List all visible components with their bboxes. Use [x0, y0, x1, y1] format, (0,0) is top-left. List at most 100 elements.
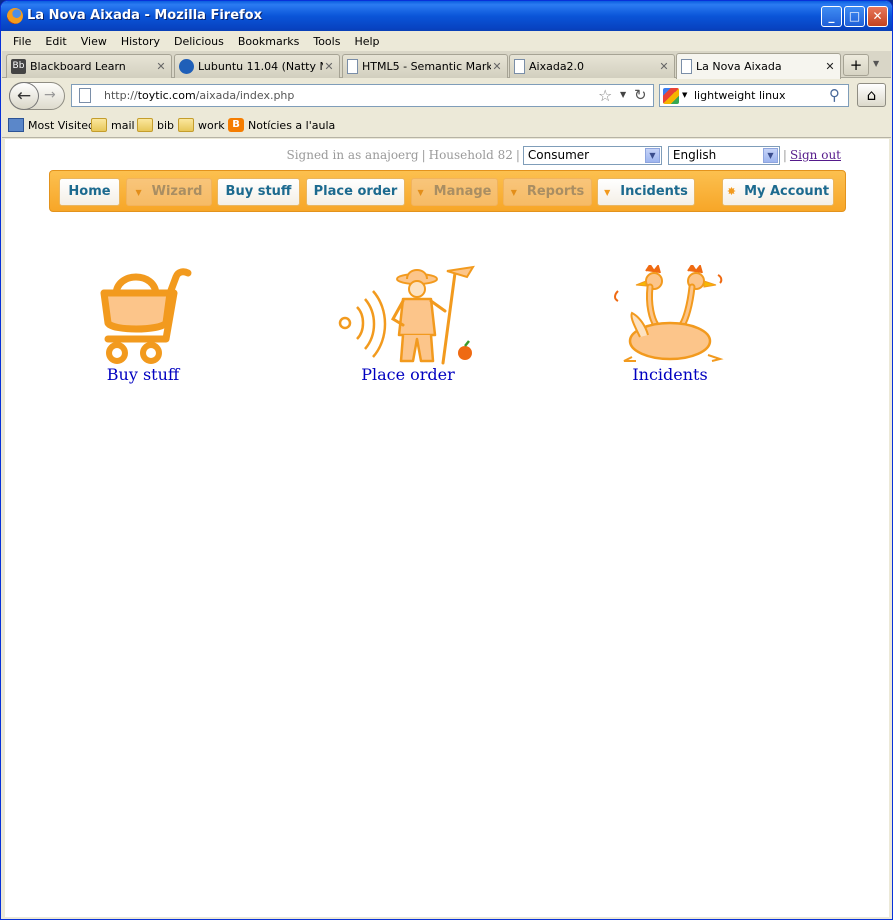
search-input[interactable]: lightweight linux: [694, 89, 786, 102]
search-engine-dropdown-icon[interactable]: ▼: [682, 91, 687, 99]
shortcut-place-order[interactable]: Place order: [333, 265, 483, 384]
menu-view[interactable]: View: [74, 35, 114, 48]
separator: |: [782, 148, 787, 162]
shortcut-label[interactable]: Place order: [333, 365, 483, 384]
bookmark-mail[interactable]: mail: [91, 118, 135, 132]
close-window-button[interactable]: ✕: [867, 6, 888, 27]
nav-place-order-button[interactable]: Place order: [306, 178, 405, 206]
forward-button[interactable]: →: [44, 87, 56, 103]
minimize-button[interactable]: _: [821, 6, 842, 27]
page-icon: [514, 59, 525, 74]
shortcut-label[interactable]: Buy stuff: [83, 365, 203, 384]
nav-reports-button[interactable]: ▼ Reports: [503, 178, 592, 206]
dropdown-arrow-icon: ▼: [417, 188, 424, 197]
nav-home-button[interactable]: Home: [59, 178, 120, 206]
dropdown-arrow-icon: ▼: [135, 188, 142, 197]
tab-strip: Bb Blackboard Learn ✕ Lubuntu 11.04 (Nat…: [2, 51, 891, 79]
chevron-down-icon: ▼: [762, 147, 778, 163]
tab-lubuntu[interactable]: Lubuntu 11.04 (Natty N... ✕: [174, 54, 340, 78]
bookmark-work[interactable]: work: [178, 118, 225, 132]
address-bar[interactable]: http://toytic.com/aixada/index.php ☆ ▼ ↻: [71, 84, 654, 107]
menu-help[interactable]: Help: [347, 35, 386, 48]
two-headed-chicken-icon: [614, 265, 724, 362]
menu-tools[interactable]: Tools: [306, 35, 347, 48]
url-text[interactable]: http://toytic.com/aixada/index.php: [104, 89, 294, 102]
bookmarks-toolbar: Most Visited mail bib work B Notícies a l…: [2, 114, 891, 138]
tab-close-icon[interactable]: ✕: [824, 60, 836, 73]
most-visited-icon: [8, 118, 24, 132]
tab-label: Lubuntu 11.04 (Natty N...: [198, 60, 323, 73]
tab-close-icon[interactable]: ✕: [323, 60, 335, 73]
navigation-toolbar: ← → http://toytic.com/aixada/index.php ☆…: [2, 79, 891, 113]
nav-incidents-button[interactable]: ▼ Incidents: [597, 178, 695, 206]
separator: |: [421, 148, 426, 162]
menu-history[interactable]: History: [114, 35, 167, 48]
menu-edit[interactable]: Edit: [38, 35, 73, 48]
tab-label: Blackboard Learn: [30, 60, 126, 73]
signed-in-text: Signed in as anajoerg: [286, 148, 419, 162]
google-icon[interactable]: [663, 88, 679, 104]
folder-icon: [178, 118, 194, 132]
shortcut-buy-stuff[interactable]: Buy stuff: [83, 265, 203, 384]
household-text: Household 82: [428, 148, 513, 162]
page-icon: [79, 88, 91, 103]
reload-icon[interactable]: ↻: [634, 86, 647, 104]
search-box[interactable]: ▼ lightweight linux ⚲: [659, 84, 849, 107]
shortcut-label[interactable]: Incidents: [605, 365, 735, 384]
bookmark-bib[interactable]: bib: [137, 118, 174, 132]
dropdown-arrow-icon: ▼: [604, 188, 611, 197]
menu-bookmarks[interactable]: Bookmarks: [231, 35, 306, 48]
dropdown-arrow-icon: ▼: [510, 188, 517, 197]
list-tabs-icon[interactable]: ▼: [873, 59, 879, 68]
farmer-icon: [338, 265, 475, 365]
tab-close-icon[interactable]: ✕: [155, 60, 167, 73]
history-dropdown-icon[interactable]: ▼: [620, 90, 626, 99]
page-content: Signed in as anajoerg | Household 82 | C…: [5, 139, 889, 917]
folder-icon: [91, 118, 107, 132]
bookmark-star-icon[interactable]: ☆: [598, 86, 612, 105]
sign-out-link[interactable]: Sign out: [790, 148, 841, 162]
folder-icon: [137, 118, 153, 132]
bookmark-most-visited[interactable]: Most Visited: [8, 118, 95, 132]
back-forward-group: ← →: [9, 82, 65, 110]
browser-window: La Nova Aixada - Mozilla Firefox _ □ ✕ F…: [0, 0, 893, 920]
account-gear-icon: ✸: [726, 185, 737, 198]
tab-label: HTML5 - Semantic Mark...: [362, 60, 491, 73]
nav-manage-button[interactable]: ▼ Manage: [411, 178, 498, 206]
chevron-down-icon: ▼: [644, 147, 660, 163]
tab-close-icon[interactable]: ✕: [658, 60, 670, 73]
language-select[interactable]: English ▼: [667, 145, 780, 165]
back-button[interactable]: ←: [9, 82, 39, 110]
shortcut-incidents[interactable]: Incidents: [605, 265, 735, 384]
tab-label: Aixada2.0: [529, 60, 585, 73]
maximize-button[interactable]: □: [844, 6, 865, 27]
title-bar: La Nova Aixada - Mozilla Firefox _ □ ✕: [1, 1, 892, 31]
tab-html5[interactable]: HTML5 - Semantic Mark... ✕: [342, 54, 508, 78]
nav-my-account-button[interactable]: ✸ My Account: [722, 178, 834, 206]
user-info-bar: Signed in as anajoerg | Household 82 | C…: [286, 144, 841, 166]
tab-label: La Nova Aixada: [696, 60, 782, 73]
tab-la-nova-aixada[interactable]: La Nova Aixada ✕: [676, 53, 841, 79]
lubuntu-icon: [179, 59, 194, 74]
page-icon: [681, 59, 692, 74]
menu-delicious[interactable]: Delicious: [167, 35, 231, 48]
menu-file[interactable]: File: [6, 35, 38, 48]
bookmark-noticies[interactable]: B Notícies a l'aula: [228, 118, 335, 132]
tab-blackboard[interactable]: Bb Blackboard Learn ✕: [6, 54, 172, 78]
window-title: La Nova Aixada - Mozilla Firefox: [27, 8, 263, 23]
nav-wizard-button[interactable]: ▼ Wizard: [126, 178, 212, 206]
shopping-cart-icon: [100, 268, 192, 364]
home-button[interactable]: ⌂: [857, 83, 886, 107]
nav-buy-stuff-button[interactable]: Buy stuff: [217, 178, 300, 206]
tab-close-icon[interactable]: ✕: [491, 60, 503, 73]
new-tab-button[interactable]: +: [843, 54, 869, 76]
tab-aixada2[interactable]: Aixada2.0 ✕: [509, 54, 675, 78]
search-icon[interactable]: ⚲: [829, 86, 840, 104]
main-nav: Home ▼ Wizard Buy stuff Place order ▼ Mana…: [49, 170, 846, 212]
role-select[interactable]: Consumer ▼: [522, 145, 662, 165]
separator: |: [515, 148, 520, 162]
page-icon: [347, 59, 358, 74]
menu-bar: File Edit View History Delicious Bookmar…: [2, 32, 891, 51]
blackboard-icon: Bb: [11, 59, 26, 74]
blogger-icon: B: [228, 118, 244, 132]
